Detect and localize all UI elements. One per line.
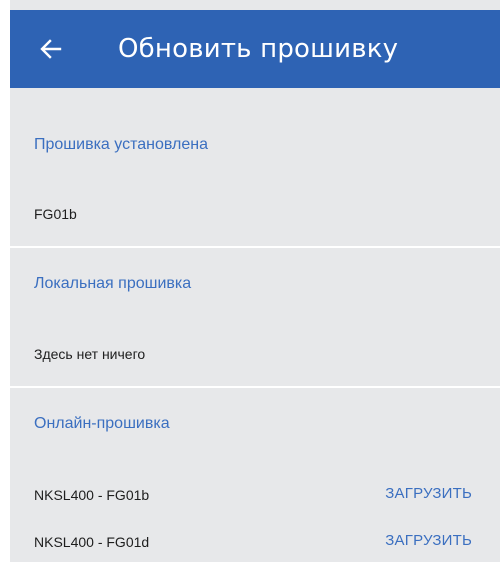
divider [10,246,500,248]
installed-firmware-title: Прошивка установлена [34,136,208,153]
arrow-left-icon [40,39,62,59]
local-firmware-value: Здесь нет ничего [34,346,146,362]
divider [10,386,500,388]
local-firmware-title: Локальная прошивка [34,275,192,292]
download-button[interactable]: ЗАГРУЗИТЬ [385,532,472,550]
firmware-update-screen: Обновить прошивку Прошивка установлена F… [10,0,500,562]
installed-firmware-value: FG01b [34,206,77,222]
back-button[interactable] [38,36,64,62]
page-title: Обновить прошивку [118,34,399,64]
online-firmware-item-name: NKSL400 - FG01d [34,534,150,550]
online-firmware-title: Онлайн-прошивка [34,415,170,432]
download-button[interactable]: ЗАГРУЗИТЬ [385,485,472,503]
app-bar: Обновить прошивку [10,10,500,88]
online-firmware-item-name: NKSL400 - FG01b [34,487,150,503]
